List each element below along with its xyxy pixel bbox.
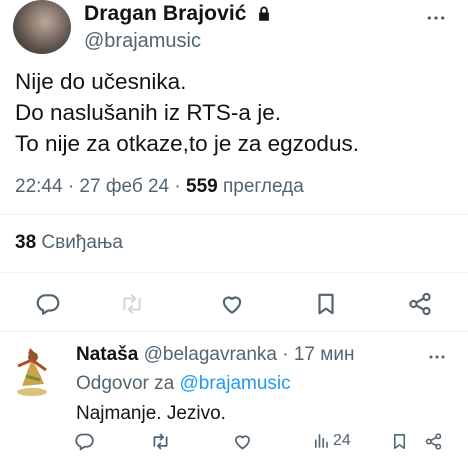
reply-to-mention[interactable]: @brajamusic (180, 373, 291, 394)
avatar[interactable] (14, 346, 52, 398)
comment-icon (75, 433, 94, 450)
likes-summary[interactable]: 38 Свиђања (15, 232, 123, 254)
tweet-header: Dragan Brajović @brajamusic (0, 0, 468, 60)
retweet-icon (123, 294, 141, 314)
reply-views-count: 24 (333, 432, 351, 449)
views-bar-icon (314, 434, 328, 448)
views-count[interactable]: 559 (186, 176, 218, 197)
views-label: прегледа (217, 176, 304, 197)
retweet-icon (153, 433, 168, 449)
reply-actions: 24 (0, 426, 468, 456)
views-button[interactable]: 24 (312, 426, 351, 456)
avatar[interactable] (13, 0, 71, 54)
author-name-row[interactable]: Dragan Brajović (84, 2, 273, 26)
tweet-timestamp[interactable]: 22:44 · 27 феб 24 · (15, 176, 186, 197)
heart-icon (235, 434, 250, 449)
share-button[interactable] (400, 284, 440, 324)
share-icon (409, 292, 431, 316)
retweet-button[interactable] (150, 426, 171, 456)
retweet-button[interactable] (112, 284, 152, 324)
likes-label: Свиђања (36, 232, 123, 253)
replying-to: Odgovor za @brajamusic (76, 373, 291, 395)
more-dots-icon[interactable] (428, 348, 446, 366)
reply-header: Nataša @belagavranka · 17 мин (76, 344, 354, 366)
reply-tweet[interactable]: Nataša @belagavranka · 17 мин Odgovor za… (0, 332, 468, 474)
bookmark-icon (318, 293, 334, 315)
like-button[interactable] (232, 426, 253, 456)
lock-icon (258, 6, 269, 21)
reply-to-prefix: Odgovor za (76, 373, 180, 394)
bookmark-button[interactable] (390, 426, 409, 456)
bookmark-button[interactable] (306, 284, 346, 324)
bookmark-icon (393, 433, 406, 449)
reply-handle-time[interactable]: @belagavranka · 17 мин (138, 344, 355, 365)
likes-count: 38 (15, 232, 37, 253)
author-handle[interactable]: @brajamusic (84, 30, 201, 53)
share-button[interactable] (424, 426, 443, 456)
author-display-name[interactable]: Dragan Brajović (84, 2, 247, 26)
more-dots-icon[interactable] (426, 8, 446, 28)
tweet-actions (0, 284, 468, 324)
tweet-meta: 22:44 · 27 феб 24 · 559 прегледа (15, 176, 304, 198)
like-button[interactable] (212, 284, 252, 324)
heart-icon (222, 296, 242, 314)
divider (0, 272, 468, 273)
comment-icon (36, 294, 60, 315)
reply-text: Najmanje. Jezivo. (76, 403, 226, 424)
reply-button[interactable] (74, 426, 95, 456)
share-icon (425, 432, 442, 450)
reply-author-name[interactable]: Nataša (76, 344, 138, 365)
tweet-text-line: To nije za otkaze,to je za egzodus. (15, 131, 359, 156)
tweet-text-line: Do naslušanih iz RTS-a je. (15, 100, 281, 125)
divider (0, 214, 468, 215)
tweet-text: Nije do učesnika. Do naslušanih iz RTS-a… (15, 66, 359, 159)
reply-button[interactable] (28, 284, 68, 324)
tweet-text-line: Nije do učesnika. (15, 69, 187, 94)
